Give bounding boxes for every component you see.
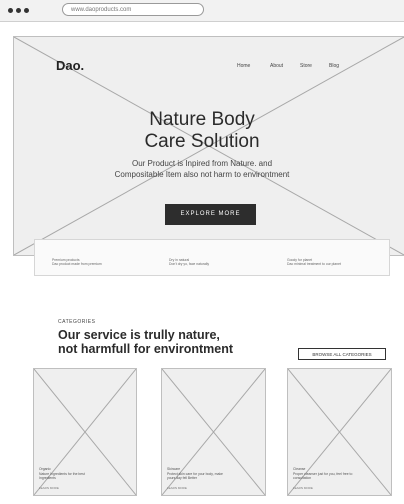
hero-title-line: Care Solution [144,131,260,152]
category-card[interactable]: Cleanse Proper cleanser just for you, fe… [287,368,392,496]
feature-item: Goody for planet Dao minimal treatment t… [287,258,382,266]
window-dot-icon[interactable] [16,8,21,13]
card-tag: Skincare [167,467,181,471]
feature-item: Dry in natural Don't dry yo, face natura… [169,258,259,266]
card-tag: Organic [39,467,51,471]
hero-title-line: Nature Body [149,109,255,130]
feature-desc: Don't dry yo, face naturally [169,262,210,266]
feature-desc: Dao minimal treatment to our planet [287,262,341,266]
window-dot-icon[interactable] [8,8,13,13]
hero-subtitle-line: Compositable Item also not harm to envir… [114,170,290,179]
categories-title: Our service is trully nature, not harmfu… [58,328,278,356]
feature-desc: Dao product made from premium [52,262,102,266]
hero-subtitle: Our Product is Inpired from Nature. and … [70,158,334,180]
card-description: Protect skin care for your body, make yo… [167,472,223,480]
hero-subtitle-line: Our Product is Inpired from Nature. and [131,159,273,168]
window-dot-icon[interactable] [24,8,29,13]
browse-all-categories-button[interactable]: BROWSE ALL CATEGORIES [298,348,386,360]
nav-about[interactable]: About [270,63,283,69]
card-description: Proper cleanser just for you, feel free … [293,472,353,480]
address-bar[interactable]: www.daoproducts.com [62,3,204,16]
category-card[interactable]: Skincare Protect skin care for your body… [161,368,266,496]
card-learn-more-link[interactable]: LEARN MORE [293,486,313,490]
card-tag: Cleanse [293,467,306,471]
categories-title-line: Our service is trully nature, [58,328,220,342]
card-description: Nature Ingredients for the best Ingredie… [39,472,85,480]
category-card[interactable]: Organic Nature Ingredients for the best … [33,368,137,496]
categories-title-line: not harmfull for environtment [58,342,233,356]
explore-more-button[interactable]: EXPLORE MORE [165,204,256,225]
logo[interactable]: Dao. [56,58,84,73]
nav-blog[interactable]: Blog [329,63,339,69]
card-learn-more-link[interactable]: LEARN MORE [39,486,59,490]
nav-store[interactable]: Store [300,63,312,69]
categories-label: CATEGORIES [58,319,96,325]
nav-home[interactable]: Home [237,63,250,69]
feature-item: Premium products Dao product made from p… [52,258,142,266]
hero-title: Nature Body Care Solution [112,109,292,153]
card-learn-more-link[interactable]: LEARN MORE [167,486,187,490]
